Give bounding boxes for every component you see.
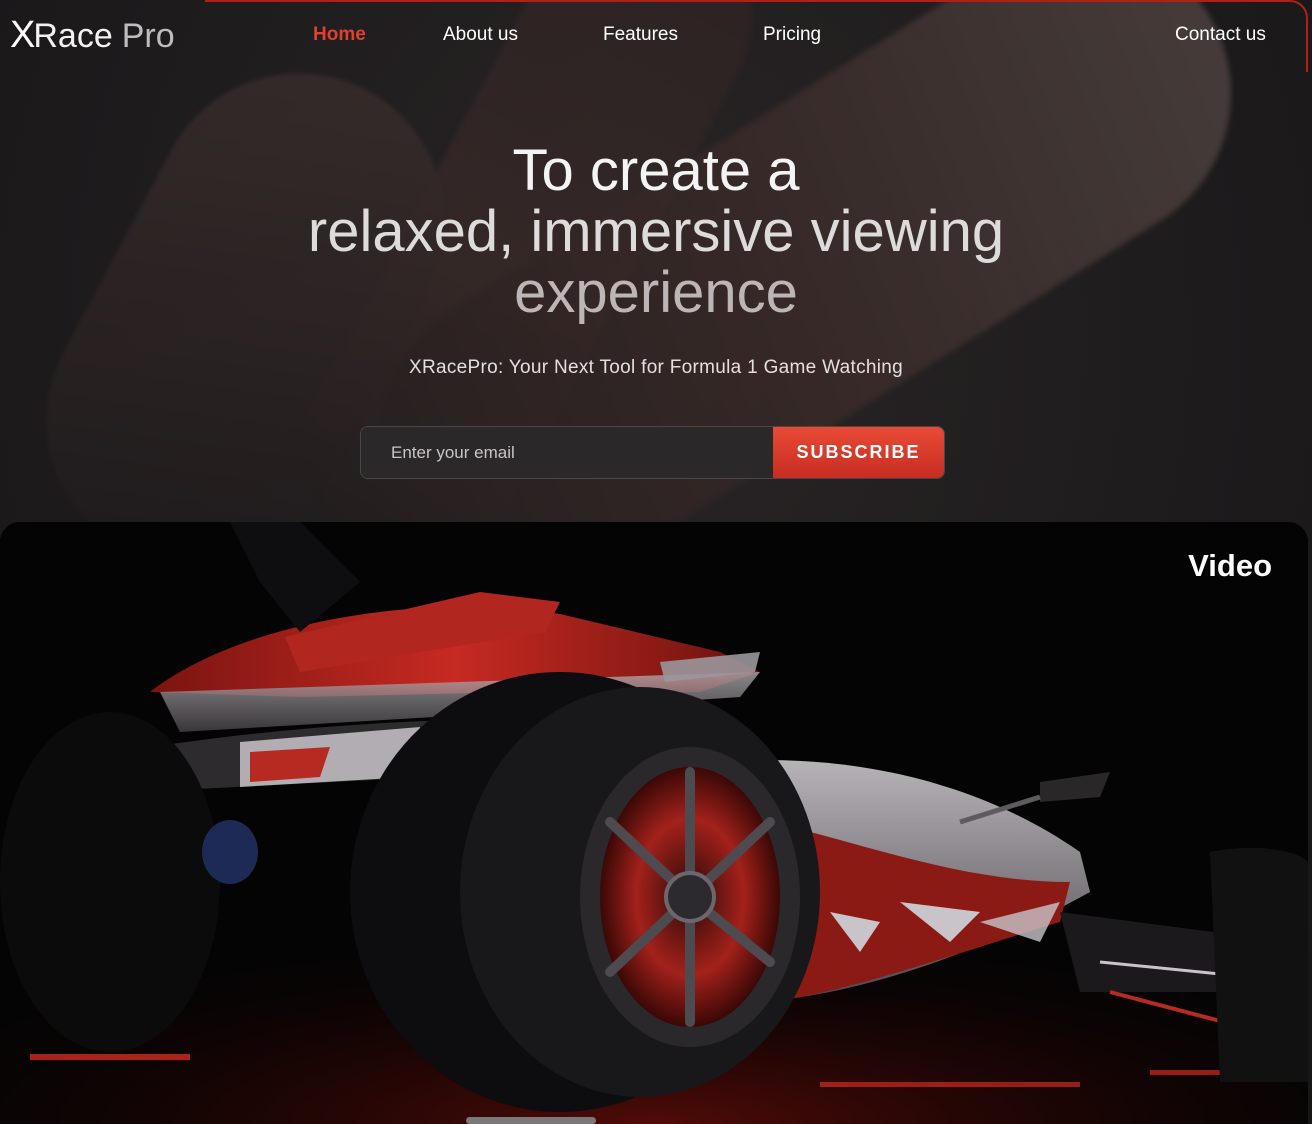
logo-pro-text: Pro (121, 17, 175, 55)
nav-pricing[interactable]: Pricing (763, 24, 821, 46)
race-car-image (0, 522, 1308, 1124)
subscribe-form: SUBSCRIBE (360, 426, 945, 479)
hero-title-line-1: To create a (512, 138, 800, 203)
nav-contact-us[interactable]: Contact us (1175, 24, 1266, 46)
top-navigation: X Race Pro Home About us Features Pricin… (0, 0, 1312, 72)
email-input[interactable] (361, 427, 773, 478)
brand-logo[interactable]: X Race Pro (10, 14, 175, 58)
video-panel[interactable]: Video (0, 522, 1308, 1124)
hero-subtitle: XRacePro: Your Next Tool for Formula 1 G… (409, 357, 903, 378)
nav-frame-line (205, 0, 1308, 72)
nav-home[interactable]: Home (313, 24, 366, 46)
hero-title-line-3: experience (514, 260, 798, 325)
landing-page: X Race Pro Home About us Features Pricin… (0, 0, 1312, 1124)
hero-title: To create a relaxed, immersive viewing e… (0, 140, 1312, 323)
subscribe-button[interactable]: SUBSCRIBE (773, 427, 944, 478)
hero-title-line-2: relaxed, immersive viewing (307, 199, 1005, 264)
nav-features[interactable]: Features (603, 24, 678, 46)
video-label: Video (1188, 548, 1272, 583)
logo-x-mark: X (10, 14, 35, 56)
logo-race-text: Race (33, 17, 113, 55)
scroll-handle[interactable] (466, 1117, 596, 1124)
nav-about-us[interactable]: About us (443, 24, 518, 46)
